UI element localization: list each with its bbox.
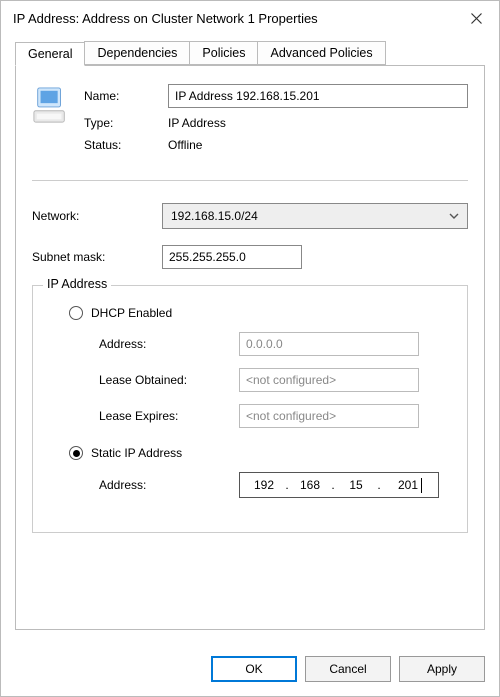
window-title: IP Address: Address on Cluster Network 1… — [13, 11, 453, 26]
static-label: Static IP Address — [91, 446, 182, 460]
type-value: IP Address — [168, 116, 226, 130]
tab-advanced-policies[interactable]: Advanced Policies — [257, 41, 385, 65]
titlebar: IP Address: Address on Cluster Network 1… — [1, 1, 499, 35]
subnet-mask-label: Subnet mask: — [32, 250, 162, 264]
chevron-down-icon — [449, 211, 459, 222]
network-value: 192.168.15.0/24 — [171, 209, 258, 223]
static-radio[interactable] — [69, 446, 83, 460]
text-cursor — [421, 478, 422, 493]
ip-octet-4[interactable] — [384, 477, 420, 493]
ok-button[interactable]: OK — [211, 656, 297, 682]
lease-obtained-value: <not configured> — [239, 368, 419, 392]
lease-expires-label: Lease Expires: — [99, 409, 239, 423]
tab-bar: General Dependencies Policies Advanced P… — [15, 41, 485, 65]
dhcp-address-label: Address: — [99, 337, 239, 351]
apply-button[interactable]: Apply — [399, 656, 485, 682]
ip-octet-2[interactable] — [292, 477, 328, 493]
tab-panel-general: Name: Type: IP Address Status: Offline N… — [15, 65, 485, 630]
tab-general[interactable]: General — [15, 42, 85, 66]
static-radio-row[interactable]: Static IP Address — [69, 446, 451, 460]
dhcp-label: DHCP Enabled — [91, 306, 172, 320]
properties-dialog: IP Address: Address on Cluster Network 1… — [0, 0, 500, 697]
static-ip-input[interactable]: . . . — [239, 472, 439, 498]
cancel-button[interactable]: Cancel — [305, 656, 391, 682]
lease-expires-value: <not configured> — [239, 404, 419, 428]
name-label: Name: — [84, 89, 168, 103]
ip-octet-1[interactable] — [246, 477, 282, 493]
status-value: Offline — [168, 138, 202, 152]
type-label: Type: — [84, 116, 168, 130]
computer-icon — [32, 86, 70, 126]
separator — [32, 180, 468, 181]
dhcp-address-value: 0.0.0.0 — [239, 332, 419, 356]
close-button[interactable] — [453, 1, 499, 35]
dhcp-radio[interactable] — [69, 306, 83, 320]
dialog-footer: OK Cancel Apply — [1, 644, 499, 696]
network-label: Network: — [32, 209, 162, 223]
tab-policies[interactable]: Policies — [189, 41, 258, 65]
ip-address-groupbox: IP Address DHCP Enabled Address: 0.0.0.0… — [32, 285, 468, 533]
static-address-label: Address: — [99, 478, 239, 492]
dhcp-radio-row[interactable]: DHCP Enabled — [69, 306, 451, 320]
ip-address-legend: IP Address — [43, 277, 111, 291]
status-label: Status: — [84, 138, 168, 152]
name-input[interactable] — [168, 84, 468, 108]
tab-dependencies[interactable]: Dependencies — [84, 41, 190, 65]
ip-octet-3[interactable] — [338, 477, 374, 493]
close-icon — [471, 13, 482, 24]
subnet-mask-input[interactable] — [162, 245, 302, 269]
network-dropdown[interactable]: 192.168.15.0/24 — [162, 203, 468, 229]
lease-obtained-label: Lease Obtained: — [99, 373, 239, 387]
